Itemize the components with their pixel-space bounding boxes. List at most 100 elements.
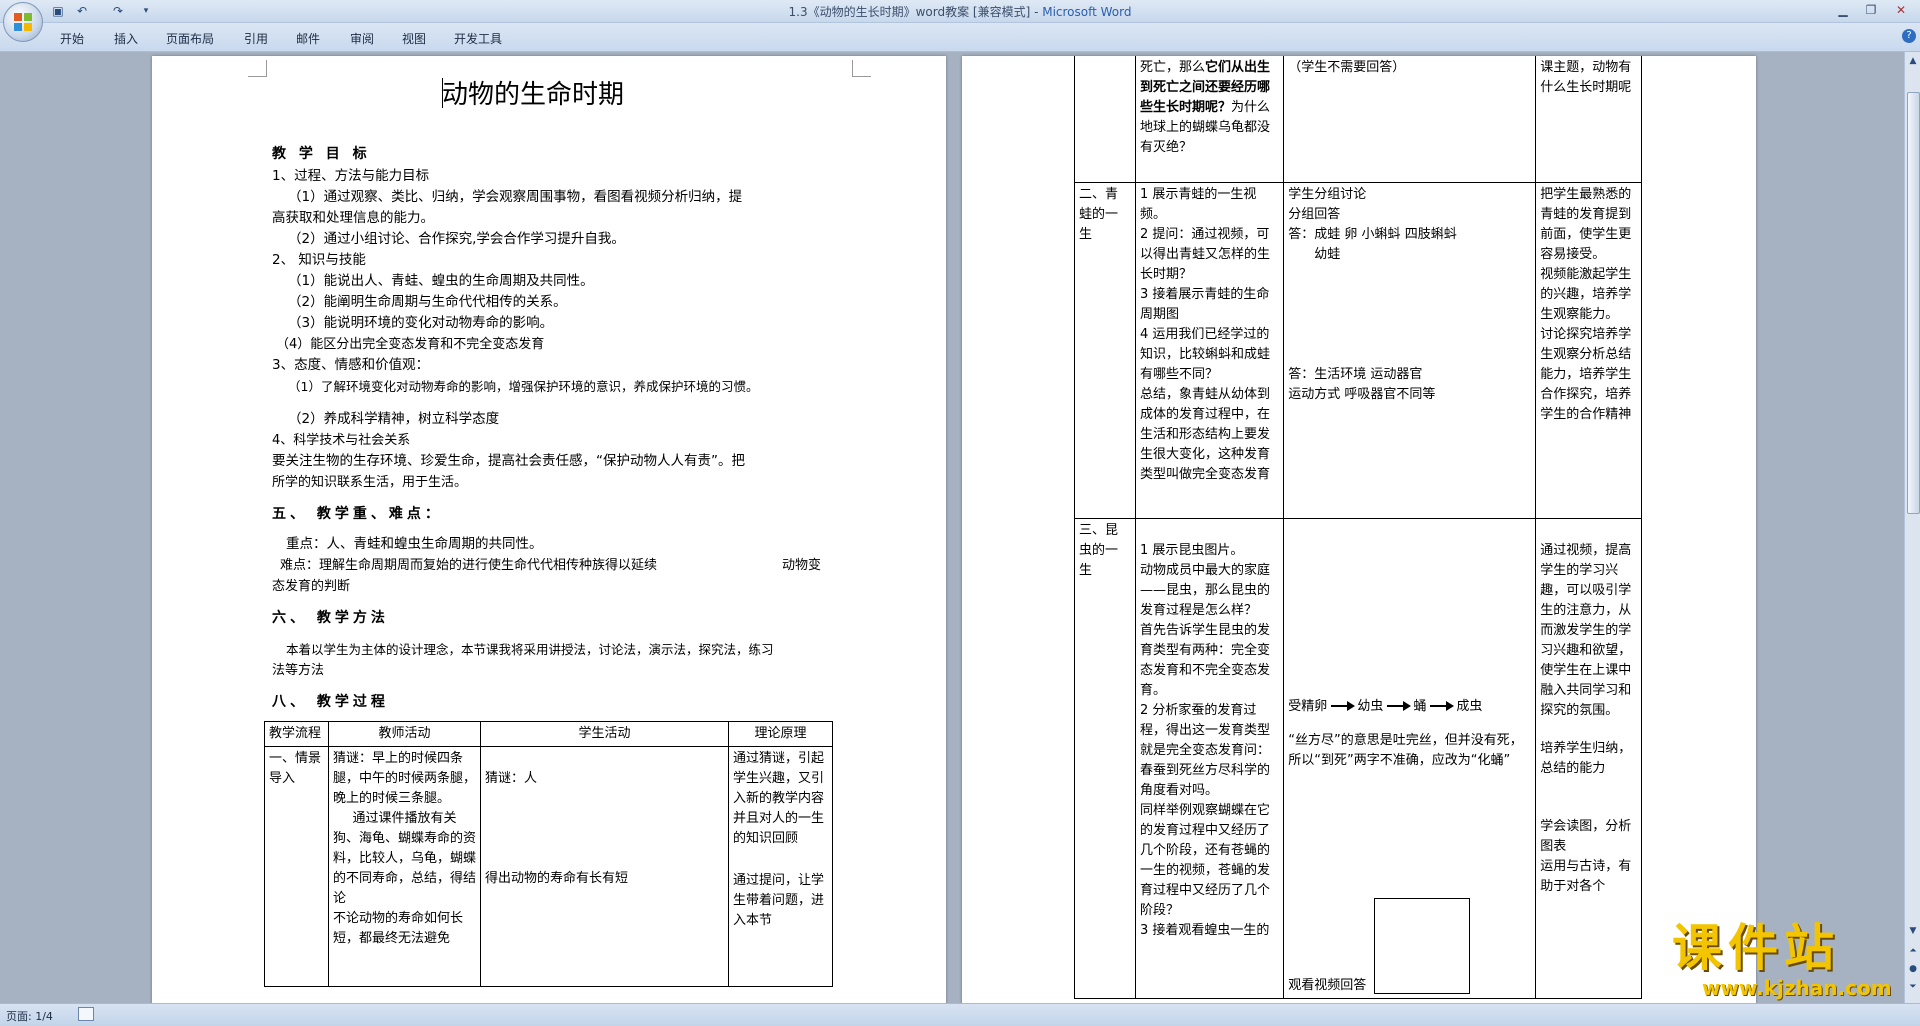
scroll-thumb[interactable] bbox=[1907, 92, 1920, 514]
text-line: （1）通过观察、类比、归纳，学会观察周围事物，看图看视频分析归纳，提 bbox=[288, 189, 743, 205]
tab-view[interactable]: 视图 bbox=[402, 30, 426, 47]
teacher-text: 4 运用我们已经学过的知识，比较蝌蚪和成蛙有哪些不同？ bbox=[1139, 326, 1270, 382]
cell-student: 猜谜：人 得出动物的寿命有长有短 bbox=[480, 746, 729, 987]
tab-references[interactable]: 引用 bbox=[244, 30, 268, 47]
teacher-text: 不论动物的寿命如何长短，都最终无法避免 bbox=[333, 911, 464, 946]
close-icon[interactable]: ✕ bbox=[1890, 2, 1912, 18]
office-logo-icon bbox=[14, 13, 32, 31]
stage-adult: 成虫 bbox=[1456, 698, 1483, 714]
cell-theory: 通过视频，提高学生的学习兴趣，可以吸引学生的注意力，从而激发学生的学习兴趣和欲望… bbox=[1535, 517, 1642, 999]
document-area[interactable]: 动物的生命时期 教 学 目 标 1、过程、方法与能力目标 （1）通过观察、类比、… bbox=[0, 52, 1904, 1003]
heading-methods: 六、 教学方法 bbox=[272, 610, 389, 626]
prev-page-icon[interactable]: ⏶ bbox=[1906, 944, 1920, 958]
table-row: 三、昆虫的一生 1 展示昆虫图片。 动物成员中最大的家庭——昆虫，那么昆虫的发育… bbox=[1074, 517, 1642, 999]
browse-object-icon[interactable]: ● bbox=[1906, 962, 1920, 976]
stage-larva: 幼虫 bbox=[1357, 698, 1384, 714]
title-bar: ▣ ↶ ↷ ▾ 1.3《动物的生长时期》word教案 [兼容模式] - Micr… bbox=[0, 0, 1920, 42]
office-button[interactable] bbox=[3, 2, 43, 42]
teacher-text: 总结，象青蛙从幼体到成体的发育过程中，在生活和形态结构上要发生很大变化，这种发育… bbox=[1139, 386, 1270, 482]
student-text: 运动方式 呼吸器官不同等 bbox=[1288, 386, 1436, 402]
text-line: 3、态度、情感和价值观： bbox=[272, 357, 430, 373]
theory-text: 把学生最熟悉的青蛙的发育提到前面，使学生更容易接受。 bbox=[1540, 186, 1632, 262]
tab-mailings[interactable]: 邮件 bbox=[296, 30, 320, 47]
theory-text: 视频能激起学生的兴趣，培养学生观察能力。 bbox=[1540, 266, 1632, 322]
student-text: 学生分组讨论 bbox=[1288, 186, 1367, 202]
tab-insert[interactable]: 插入 bbox=[114, 30, 138, 47]
text-line: 难点：理解生命周期周而复始的进行使生命代代相传种族得以延续 bbox=[280, 558, 658, 573]
arrow-icon bbox=[1430, 701, 1455, 711]
theory-text: 运用与古诗，有助于对各个 bbox=[1540, 858, 1632, 894]
text-line: 4、科学技术与社会关系 bbox=[272, 433, 411, 448]
teacher-text: 3 接着展示青蛙的生命周期图 bbox=[1139, 286, 1270, 322]
text-line: 2、 知识与技能 bbox=[272, 252, 366, 268]
cell-teacher: 1 展示昆虫图片。 动物成员中最大的家庭——昆虫，那么昆虫的发育过程是怎么样？ … bbox=[1134, 517, 1285, 999]
student-text: 观看视频回答 bbox=[1288, 977, 1367, 993]
tab-home[interactable]: 开始 bbox=[60, 30, 84, 47]
restore-icon[interactable]: ❐ bbox=[1860, 2, 1882, 18]
table-row: 二、青蛙的一生 1 展示青蛙的一生视频。 2 提问：通过视频，可以得出青蛙又怎样… bbox=[1074, 181, 1642, 519]
text-line: 法等方法 bbox=[272, 663, 325, 678]
scroll-up-icon[interactable]: ▲ bbox=[1906, 54, 1920, 68]
arrow-icon bbox=[1331, 701, 1356, 711]
cell-theory: 通过猜谜，引起学生兴趣，又引入新的教学内容 并且对人的一生的知识回顾 通过提问，… bbox=[728, 746, 833, 987]
heading-process: 八、 教学过程 bbox=[272, 694, 389, 710]
student-text: 幼蛙 bbox=[1314, 246, 1341, 262]
text-line: （2）通过小组讨论、合作探究,学会合作学习提升自我。 bbox=[288, 231, 625, 247]
theory-text: 讨论探究培养学生观察分析总结能力，培养学生合作探究，培养学生的合作精神 bbox=[1540, 326, 1632, 422]
theory-text: 通过提问，让学生带着问题，进入本节 bbox=[733, 873, 825, 928]
crop-mark bbox=[248, 60, 267, 77]
theory-text: 学会读图，分析图表 bbox=[1540, 818, 1632, 854]
student-text: “丝方尽”的意思是吐完丝，但并没有死，所以“到死”两字不准确，应改为“化蛹” bbox=[1288, 732, 1523, 768]
teacher-text: 2 分析家蚕的发育过程，得出这一发育类型就是完全变态发育问：春蚕到死丝方尽科学的… bbox=[1139, 702, 1270, 798]
page-indicator[interactable]: 页面: 1/4 bbox=[6, 1008, 53, 1024]
cell-student: 学生分组讨论 分组回答 答：成蛙 卵 小蝌蚪 四肢蝌蚪 幼蛙 答：生活环境 运动… bbox=[1283, 181, 1537, 519]
teacher-text: 3 接着观看蝗虫一生的 bbox=[1139, 922, 1270, 938]
arrow-icon bbox=[1387, 701, 1412, 711]
vertical-scrollbar[interactable]: ▲ ▼ ⏶ ● ⏷ bbox=[1904, 52, 1920, 1003]
text-line: （1）了解环境变化对动物寿命的影响，增强保护环境的意识，养成保护环境的习惯。 bbox=[288, 379, 759, 394]
stage-pupa: 蛹 bbox=[1413, 698, 1427, 714]
proofing-icon[interactable] bbox=[78, 1007, 94, 1021]
header-theory: 理论原理 bbox=[728, 721, 833, 747]
heading-key-points: 五、 教学重、难点： bbox=[272, 506, 443, 522]
teacher-text: 动物成员中最大的家庭——昆虫，那么昆虫的发育过程是怎么样？ bbox=[1139, 562, 1270, 618]
development-stages: 受精卵 幼虫 蛹 成虫 bbox=[1288, 697, 1531, 717]
header-student: 学生活动 bbox=[480, 721, 729, 747]
tab-page-layout[interactable]: 页面布局 bbox=[166, 30, 214, 47]
watermark-url: www.kjzhan.com bbox=[1702, 976, 1892, 1000]
theory-text: 培养学生归纳，总结的能力 bbox=[1540, 740, 1632, 776]
help-icon[interactable]: ? bbox=[1902, 29, 1916, 43]
student-text: 答：成蛙 卵 小蝌蚪 四肢蝌蚪 bbox=[1288, 226, 1457, 242]
cell-teacher: 1 展示青蛙的一生视频。 2 提问：通过视频，可以得出青蛙又怎样的生长时期？ 3… bbox=[1134, 181, 1285, 519]
tab-developer[interactable]: 开发工具 bbox=[454, 30, 502, 47]
text-line: （2）养成科学精神，树立科学态度 bbox=[288, 411, 500, 427]
text-line: 本着以学生为主体的设计理念，本节课我将采用讲授法，讨论法，演示法，探究法，练习 bbox=[286, 642, 774, 657]
scroll-down-icon[interactable]: ▼ bbox=[1906, 924, 1920, 938]
text-line: （4）能区分出完全变态发育和不完全变态发育 bbox=[276, 337, 545, 352]
teacher-text: 1 展示昆虫图片。 bbox=[1139, 542, 1244, 558]
stage-egg: 受精卵 bbox=[1288, 698, 1328, 714]
header-stage: 教学流程 bbox=[264, 721, 329, 747]
page-2[interactable]: 死亡，那么它们从出生到死亡之间还要经历哪些生长时期呢？为什么地球上的蝴蝶乌龟都没… bbox=[962, 56, 1756, 1003]
page-1[interactable]: 动物的生命时期 教 学 目 标 1、过程、方法与能力目标 （1）通过观察、类比、… bbox=[152, 56, 946, 1003]
text-line: 态发育的判断 bbox=[272, 579, 351, 594]
text-line: 重点：人、青蛙和蝗虫生命周期的共同性。 bbox=[286, 536, 543, 552]
cell-theory: 把学生最熟悉的青蛙的发育提到前面，使学生更容易接受。 视频能激起学生的兴趣，培养… bbox=[1535, 181, 1642, 519]
image-placeholder[interactable] bbox=[1374, 897, 1471, 994]
next-page-icon[interactable]: ⏷ bbox=[1906, 980, 1920, 994]
tab-review[interactable]: 审阅 bbox=[350, 30, 374, 47]
teacher-text: 死亡，那么 bbox=[1139, 60, 1205, 75]
minimize-icon[interactable]: ▁ bbox=[1832, 2, 1854, 18]
teacher-text: 同样举例观察蝴蝶在它的发育过程中又经历了几个阶段，还有苍蝇的一生的视频，苍蝇的发… bbox=[1139, 802, 1270, 918]
teacher-text: 首先告诉学生昆虫的发育类型有两种：完全变态发育和不完全变态发育。 bbox=[1139, 622, 1270, 698]
window-title: 1.3《动物的生长时期》word教案 [兼容模式] - Microsoft Wo… bbox=[0, 3, 1920, 20]
teacher-text: 2 提问：通过视频，可以得出青蛙又怎样的生长时期？ bbox=[1139, 226, 1270, 282]
theory-text: 并且对人的一生的知识回顾 bbox=[733, 811, 825, 846]
student-text: 分组回答 bbox=[1288, 206, 1341, 222]
cell-stage: 一、情景导入 bbox=[264, 746, 329, 987]
text-line: 动物变 bbox=[782, 558, 822, 573]
student-text: 答：生活环境 运动器官 bbox=[1288, 366, 1423, 382]
status-bar: 页面: 1/4 bbox=[0, 1003, 1920, 1026]
cell-student: （学生不需要回答） bbox=[1283, 56, 1537, 183]
text-line: （3）能说明环境的变化对动物寿命的影响。 bbox=[288, 315, 554, 331]
